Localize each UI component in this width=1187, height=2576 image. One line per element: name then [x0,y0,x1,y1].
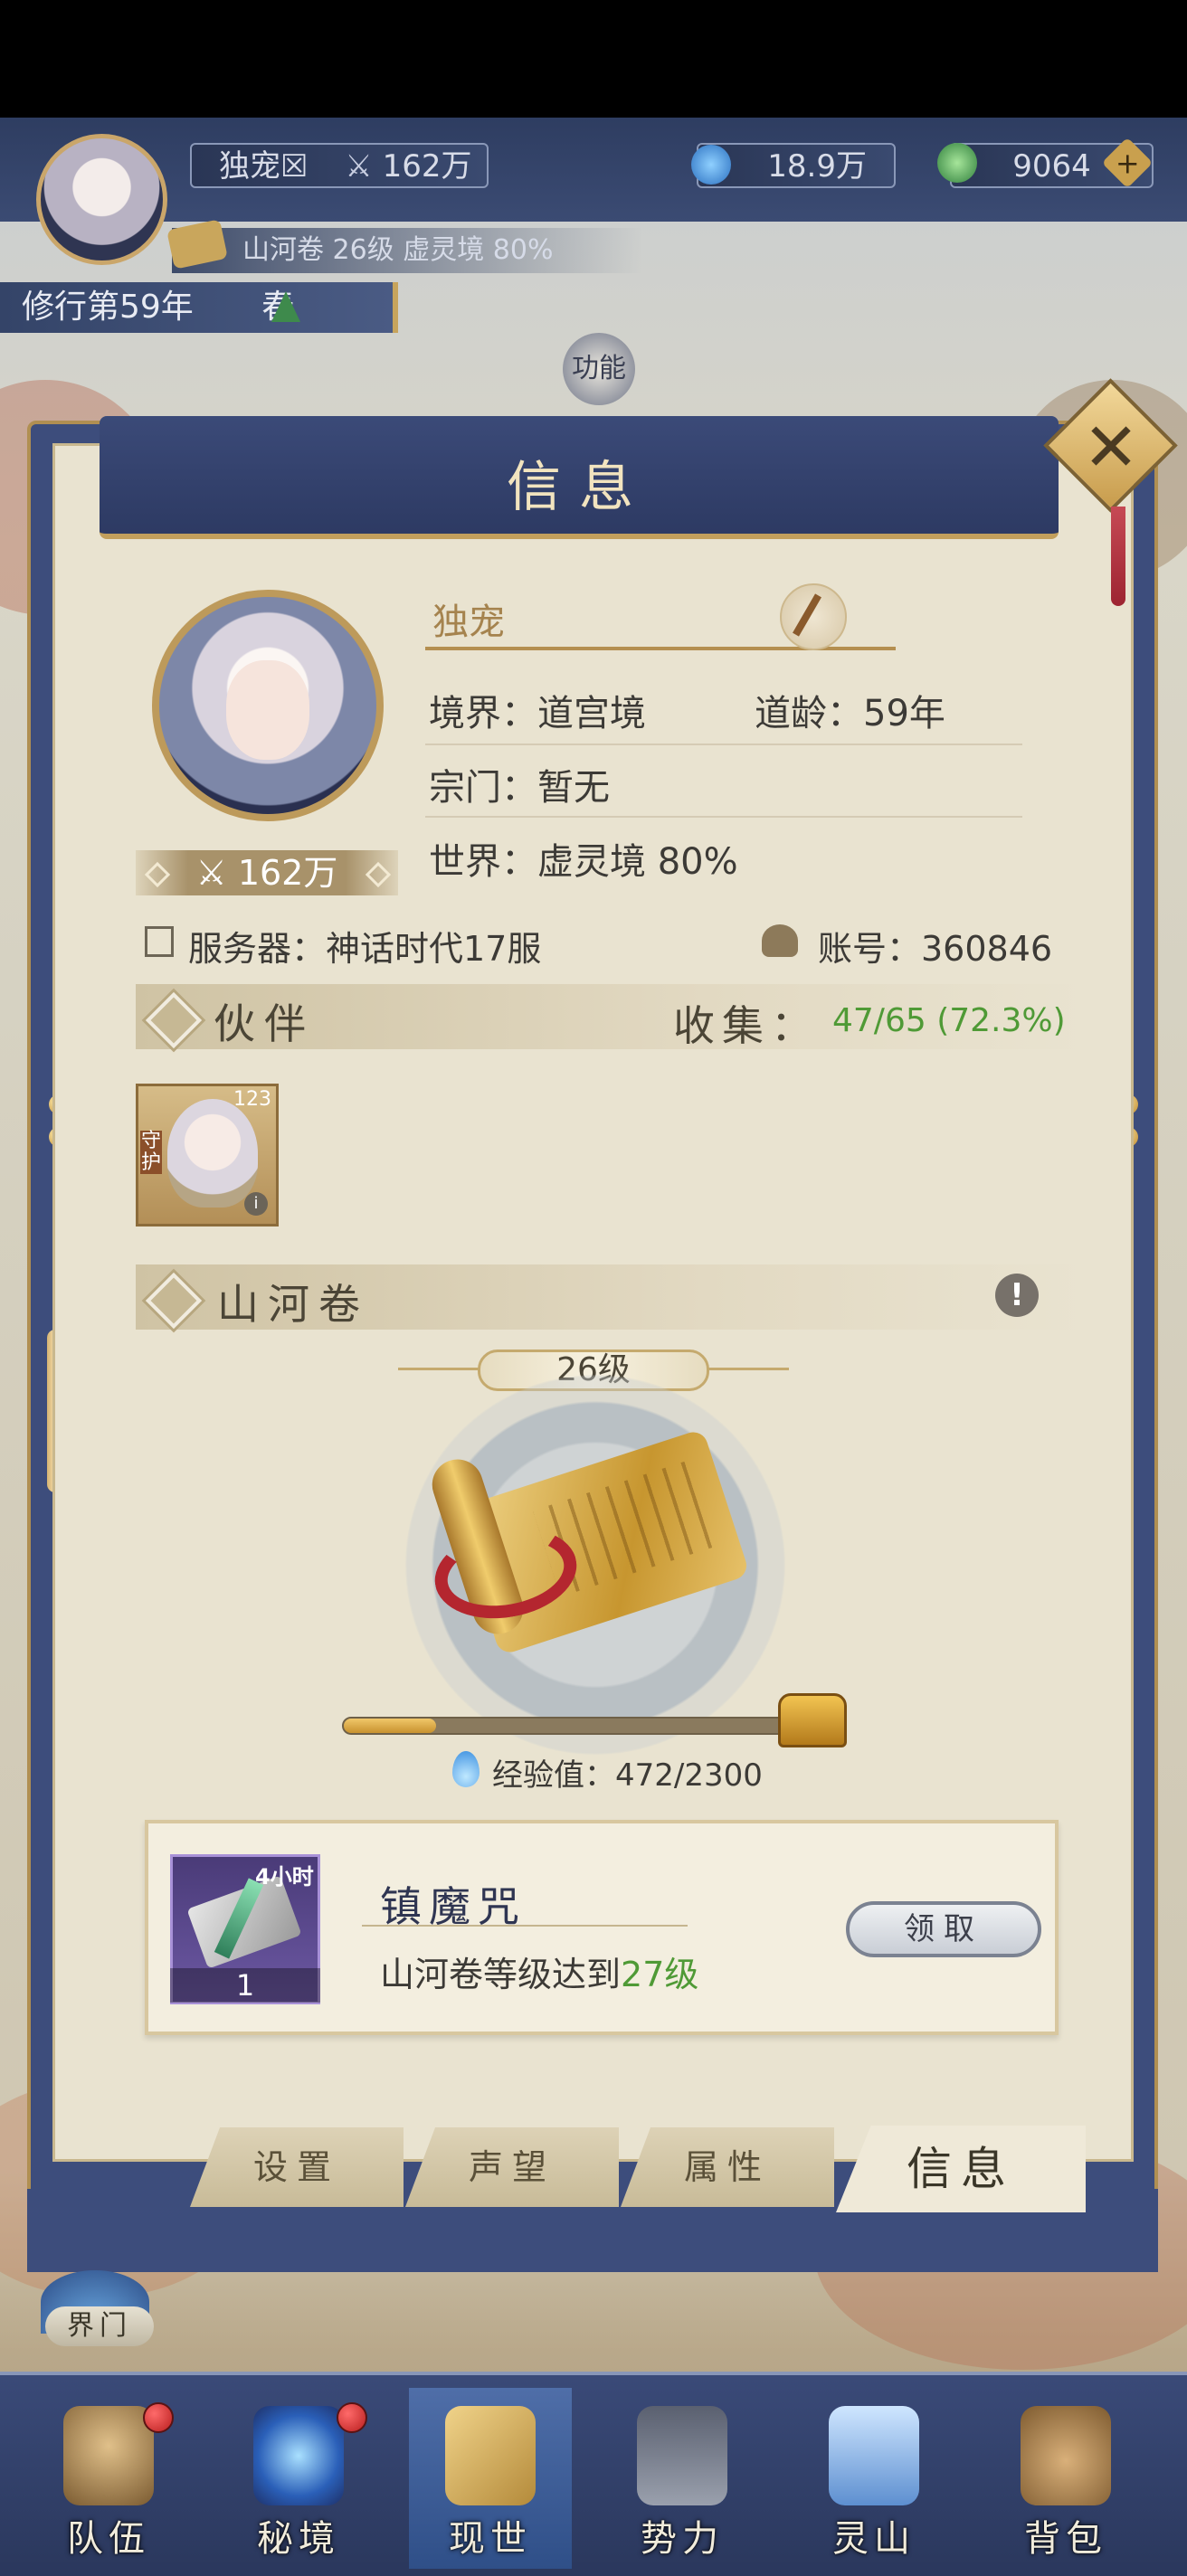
partners-section-title: 伙伴 [214,999,315,1048]
jade-icon [937,143,977,183]
partner-level: 123 [233,1088,271,1111]
nav-spirit-mountain[interactable]: 灵山 [793,2388,955,2569]
scroll-status-text: 山河卷 26级 虚灵境 80% [242,234,554,266]
tab-label: 信息 [907,2143,1015,2195]
portrait-face [226,660,309,760]
exp-flame-icon [452,1751,480,1787]
info-icon: i [244,1192,268,1216]
claim-button-label: 领取 [904,1911,983,1947]
nav-label: 灵山 [832,2518,916,2560]
collect-label: 收集： [673,1001,820,1050]
nickname-label: 独宠☒ [219,148,309,185]
game-screen: 独宠☒ ⚔ 162万 18.9万 9064 + 山河卷 26级 虚灵境 80% … [0,0,1187,2576]
treasure-chest-icon[interactable] [778,1693,847,1747]
panel-header: 信息 [100,416,1059,539]
power-badge: ⚔ 162万 [136,850,398,895]
server-icon [145,926,174,957]
server-text: 服务器：神话时代17服 [188,929,542,969]
world-scroll-icon [445,2406,536,2505]
vortex-icon [253,2406,344,2505]
reward-desc-level: 27级 [621,1955,699,1994]
tab-info[interactable]: 信息 [836,2126,1086,2212]
notification-dot [337,2402,367,2433]
jade-value: 9064 [1012,148,1091,185]
tab-label: 声望 [468,2147,556,2187]
tab-reputation[interactable]: 声望 [405,2127,619,2207]
nav-backpack[interactable]: 背包 [984,2388,1147,2569]
rename-brush-button[interactable] [780,583,847,650]
reward-desc-prefix: 山河卷等级达到 [380,1955,622,1994]
realm-label: 境界：道宫境 [429,693,646,734]
level-wing-left [398,1368,480,1370]
scroll-section-title: 山河卷 [217,1280,369,1329]
tab-label: 设置 [252,2147,340,2187]
tree-icon [271,291,300,322]
nav-label: 势力 [641,2518,724,2560]
power-icon: ⚔ [345,148,373,185]
power-icon: ⚔ [195,853,238,893]
age-label: 道龄：59年 [755,693,945,734]
level-wing-right [707,1368,789,1370]
close-icon[interactable]: ✕ [1070,407,1152,488]
panel-title: 信息 [507,456,651,519]
pavilion-icon [637,2406,727,2505]
season-bar: 修行第59年 春 [0,282,398,333]
nav-present-world[interactable]: 现世 [409,2388,572,2569]
power-badge-value: 162万 [237,853,338,893]
mountain-icon [829,2406,919,2505]
backpack-icon [1021,2406,1111,2505]
cultivation-year: 修行第59年 [22,289,194,326]
realm-gate-label[interactable]: 界门 [45,2306,154,2346]
exp-label: 经验值：472/2300 [492,1750,763,1795]
partner-portrait [167,1099,258,1208]
player-avatar[interactable] [36,134,167,265]
reward-duration: 4小时 [255,1864,314,1889]
reward-underline [362,1925,688,1927]
nav-label: 秘境 [257,2518,340,2560]
scroll-status-line: 山河卷 26级 虚灵境 80% [172,228,642,273]
world-label: 世界：虚灵境 80% [429,841,738,883]
tab-attributes[interactable]: 属性 [621,2127,834,2207]
exp-text: 经验值：472/2300 [492,1757,763,1794]
notification-dot [143,2402,174,2433]
exp-bar-fill [344,1719,436,1733]
function-button-label: 功能 [572,353,626,384]
nav-label: 背包 [1024,2518,1107,2560]
collect-value: 47/65 (72.3%) [832,1002,1066,1039]
partner-role-tag: 守护 [140,1130,162,1174]
nav-label: 现世 [449,2518,532,2560]
nav-label: 队伍 [67,2518,150,2560]
account-icon [762,924,798,957]
account-text: 账号：360846 [818,929,1053,969]
server-label: 服务器：神话时代17服 [188,921,541,971]
nickname-power-pill: 独宠☒ ⚔ 162万 [190,143,489,188]
sect-label: 宗门：暂无 [429,767,610,809]
row-divider [425,816,1022,818]
claim-button[interactable]: 领取 [846,1901,1041,1957]
spirit-stone-value: 18.9万 [767,148,867,185]
nav-faction[interactable]: 势力 [601,2388,764,2569]
reward-count: 1 [170,1968,320,2003]
account-label[interactable]: 账号：360846 [818,921,1052,971]
player-name: 独宠 [432,601,505,643]
spirit-stone-icon [691,145,731,185]
team-icon [63,2406,154,2505]
function-button[interactable]: 功能 [563,333,635,405]
reward-description: 山河卷等级达到27级 [380,1946,698,1996]
alert-icon[interactable]: ! [995,1274,1039,1317]
tassel-decoration [1111,507,1125,606]
tab-settings[interactable]: 设置 [190,2127,404,2207]
tab-label: 属性 [683,2147,771,2187]
power-value: 162万 [382,148,472,185]
row-divider [425,743,1022,745]
